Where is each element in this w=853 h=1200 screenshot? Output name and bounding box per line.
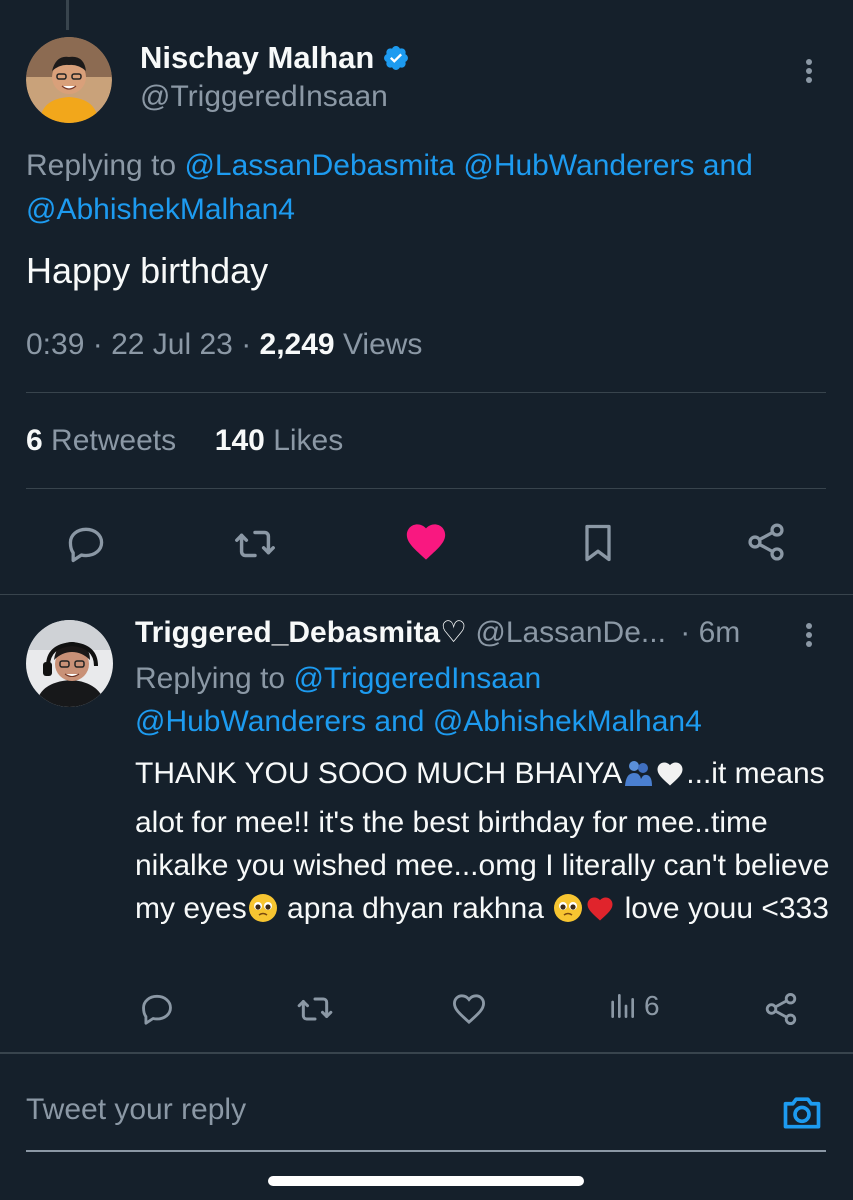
replying-to-mention-line2[interactable]: @HubWanderers and @AbhishekMalhan4 [135,705,702,738]
composer-underline [26,1150,826,1152]
author-name[interactable]: Nischay Malhan [140,40,410,76]
white-heart-emoji [654,758,686,801]
bookmark-button[interactable] [574,518,622,568]
reply-views-count: 6 [644,990,660,1021]
share-button[interactable] [742,518,790,566]
likes-count: 140 [214,424,265,457]
retweets-count: 6 [26,424,43,457]
reply-like-button[interactable] [448,988,490,1030]
reply-replying-to: Replying to @TriggeredInsaan @HubWandere… [135,657,835,743]
retweet-icon [235,530,275,558]
author-avatar[interactable] [26,37,112,123]
pleading-face-emoji [247,892,279,936]
more-vertical-icon[interactable] [797,617,821,653]
author-name-text[interactable]: Nischay Malhan [140,40,374,76]
engagement-counts: 6 Retweets 140 Likes [26,424,343,458]
reply-composer-input[interactable]: Tweet your reply [26,1093,246,1127]
author-handle[interactable]: @TriggeredInsaan [140,80,388,114]
meta-separator: · [92,328,103,361]
views-icon [611,994,634,1018]
replying-to-prefix: Replying to [135,662,286,695]
reply-header: Triggered_Debasmita♡ @LassanDe... · 6m [135,615,740,650]
replying-to-mentions-line1[interactable]: @LassanDebasmita @HubWanderers and [184,149,752,182]
reply-text: THANK YOU SOOO MUCH BHAIYA ...it means al… [135,752,835,936]
likes-label: Likes [273,424,344,457]
red-heart-emoji [584,893,616,936]
reply-text-part1: THANK YOU SOOO MUCH BHAIYA [135,757,623,790]
camera-button[interactable] [780,1090,824,1139]
reply-share-button[interactable] [760,988,802,1030]
people-hugging-emoji [622,757,654,801]
thread-connector-line [66,0,69,30]
meta-separator: · [241,328,252,361]
divider [0,1052,853,1054]
tweet-text: Happy birthday [26,250,269,291]
reply-author-handle[interactable]: @LassanDe... [475,616,666,649]
reply-text-part4: love youu <333 [616,892,829,925]
tweet-date[interactable]: 22 Jul 23 [111,328,233,361]
share-icon [748,523,784,561]
retweet-button[interactable] [230,520,280,568]
replying-to-mention-line1[interactable]: @TriggeredInsaan [293,662,541,695]
reply-icon [68,527,104,563]
divider [26,392,826,393]
tweet-time[interactable]: 0:39 [26,328,84,361]
like-button[interactable] [402,518,450,566]
replying-to: Replying to @LassanDebasmita @HubWandere… [26,144,826,232]
replying-to-prefix: Replying to [26,149,177,182]
tweet-meta: 0:39 · 22 Jul 23 · 2,249 Views [26,328,422,362]
pleading-face-emoji [552,892,584,936]
reply-retweet-button[interactable] [293,988,337,1030]
reply-time: · 6m [680,616,741,649]
heart-icon [453,994,485,1025]
divider [26,488,826,489]
reply-author-avatar[interactable] [26,620,113,707]
views-count[interactable]: 2,249 [260,328,335,361]
divider [0,594,853,595]
likes-stat[interactable]: 140 Likes [215,424,343,457]
reply-author-name[interactable]: Triggered_Debasmita♡ [135,616,467,649]
reply-button[interactable] [62,520,110,568]
verified-badge-icon [382,44,410,72]
replying-to-mentions-line2[interactable]: @AbhishekMalhan4 [26,193,295,226]
reply-views[interactable]: 6 [606,990,660,1022]
retweets-label: Retweets [51,424,177,457]
reply-text-part3: apna dhyan rakhna [278,892,553,925]
more-vertical-icon[interactable] [797,53,821,89]
reply-reply-button[interactable] [136,988,178,1030]
share-icon [765,993,797,1025]
home-indicator[interactable] [268,1176,584,1186]
tweet-detail-page: Nischay Malhan @TriggeredInsaan Replying… [0,0,853,1200]
views-label: Views [342,328,423,361]
retweets-stat[interactable]: 6 Retweets [26,424,184,457]
heart-icon [406,524,446,560]
retweet-icon [297,997,333,1021]
camera-icon [783,1097,821,1129]
reply-icon [142,994,172,1025]
bookmark-icon [585,524,611,562]
